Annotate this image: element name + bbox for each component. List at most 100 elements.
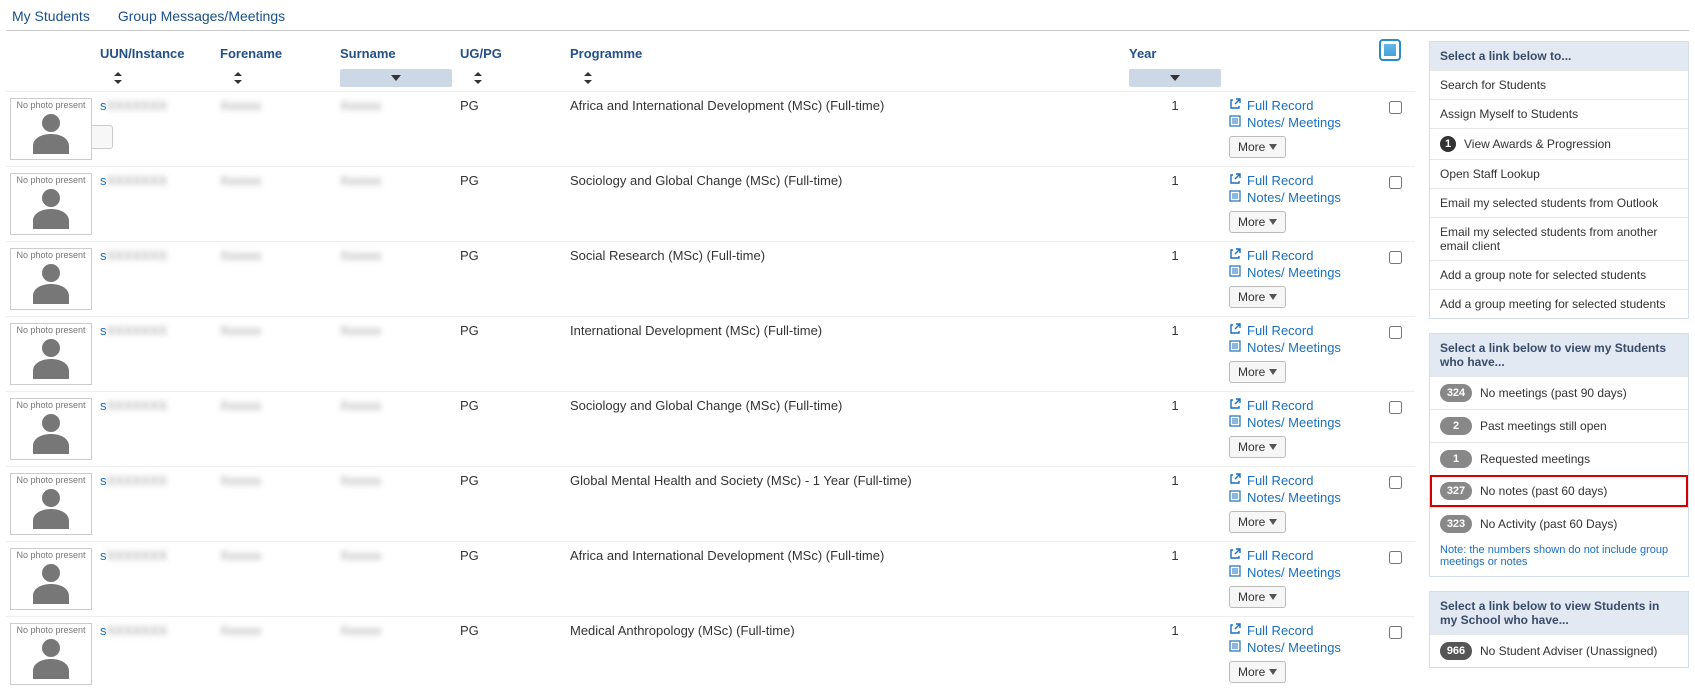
- uun-link[interactable]: sXXXXXXX: [100, 323, 167, 338]
- panel-action-item[interactable]: Assign Myself to Students: [1430, 99, 1688, 128]
- select-all-checkbox[interactable]: [1379, 39, 1401, 61]
- row-checkbox[interactable]: [1389, 251, 1402, 264]
- notes-icon: [1229, 415, 1241, 430]
- panel-action-item[interactable]: Email my selected students from Outlook: [1430, 188, 1688, 217]
- sort-programme[interactable]: [570, 69, 606, 87]
- notes-meetings-link[interactable]: Notes/ Meetings: [1247, 565, 1341, 580]
- panel-action-item[interactable]: Open Staff Lookup: [1430, 159, 1688, 188]
- panel-action-item[interactable]: 1View Awards & Progression: [1430, 128, 1688, 159]
- more-button[interactable]: More: [1229, 136, 1286, 158]
- year-cell: 1: [1125, 167, 1225, 242]
- row-checkbox[interactable]: [1389, 176, 1402, 189]
- notes-meetings-link[interactable]: Notes/ Meetings: [1247, 115, 1341, 130]
- sort-year-active[interactable]: [1129, 69, 1221, 87]
- top-tabs: My Students Group Messages/Meetings: [6, 0, 1689, 31]
- row-checkbox[interactable]: [1389, 476, 1402, 489]
- sort-uun[interactable]: [100, 69, 136, 87]
- count-badge: 327: [1440, 482, 1472, 500]
- full-record-link[interactable]: Full Record: [1247, 173, 1313, 188]
- ugpg-cell: PG: [456, 542, 566, 617]
- table-row: No photo presentsXXXXXXXXxxxxxXxxxxxPGSo…: [6, 167, 1415, 242]
- notes-meetings-link[interactable]: Notes/ Meetings: [1247, 640, 1341, 655]
- notes-meetings-link[interactable]: Notes/ Meetings: [1247, 265, 1341, 280]
- surname-cell: Xxxxxx: [340, 398, 381, 413]
- more-button[interactable]: More: [1229, 586, 1286, 608]
- forename-cell: Xxxxxx: [220, 323, 261, 338]
- row-checkbox[interactable]: [1389, 551, 1402, 564]
- panel-action-item[interactable]: Email my selected students from another …: [1430, 217, 1688, 260]
- th-programme[interactable]: Programme: [566, 31, 1125, 65]
- more-button[interactable]: More: [1229, 211, 1286, 233]
- panel-filter-item[interactable]: 2Past meetings still open: [1430, 409, 1688, 442]
- panel-school: Select a link below to view Students in …: [1429, 591, 1689, 668]
- notes-meetings-link[interactable]: Notes/ Meetings: [1247, 190, 1341, 205]
- th-surname[interactable]: Surname: [336, 31, 456, 65]
- panel-filter-item[interactable]: 324No meetings (past 90 days): [1430, 376, 1688, 409]
- panel-action-item[interactable]: Add a group meeting for selected student…: [1430, 289, 1688, 318]
- row-checkbox[interactable]: [1389, 326, 1402, 339]
- panel-filter-item[interactable]: 1Requested meetings: [1430, 442, 1688, 475]
- info-badge-icon: 1: [1440, 136, 1456, 152]
- forename-cell: Xxxxxx: [220, 173, 261, 188]
- ugpg-cell: PG: [456, 92, 566, 167]
- row-checkbox[interactable]: [1389, 101, 1402, 114]
- panel-school-item[interactable]: 966No Student Adviser (Unassigned): [1430, 634, 1688, 667]
- sort-forename[interactable]: [220, 69, 256, 87]
- sort-surname-active[interactable]: [340, 69, 452, 87]
- uun-link[interactable]: sXXXXXXX: [100, 623, 167, 638]
- full-record-link[interactable]: Full Record: [1247, 623, 1313, 638]
- more-button[interactable]: More: [1229, 286, 1286, 308]
- uun-link[interactable]: sXXXXXXX: [100, 173, 167, 188]
- student-photo: No photo present: [10, 248, 92, 310]
- more-button[interactable]: More: [1229, 436, 1286, 458]
- sort-ugpg[interactable]: [460, 69, 496, 87]
- students-table: UUN/Instance Forename Surname UG/PG Prog…: [6, 31, 1415, 691]
- full-record-link[interactable]: Full Record: [1247, 473, 1313, 488]
- panel-filter-item[interactable]: 323No Activity (past 60 Days): [1430, 507, 1688, 540]
- full-record-link[interactable]: Full Record: [1247, 98, 1313, 113]
- full-record-link[interactable]: Full Record: [1247, 323, 1313, 338]
- th-uun[interactable]: UUN/Instance: [96, 31, 216, 65]
- student-photo: No photo present: [10, 473, 92, 535]
- row-checkbox[interactable]: [1389, 401, 1402, 414]
- uun-link[interactable]: sXXXXXXX: [100, 548, 167, 563]
- tab-group-messages[interactable]: Group Messages/Meetings: [118, 8, 285, 24]
- row-checkbox[interactable]: [1389, 626, 1402, 639]
- external-link-icon: [1229, 98, 1241, 113]
- panel-filter-item[interactable]: 327No notes (past 60 days): [1430, 475, 1688, 507]
- forename-cell: Xxxxxx: [220, 248, 261, 263]
- uun-link[interactable]: sXXXXXXX: [100, 398, 167, 413]
- full-record-link[interactable]: Full Record: [1247, 248, 1313, 263]
- more-button[interactable]: More: [1229, 361, 1286, 383]
- external-link-icon: [1229, 173, 1241, 188]
- external-link-icon: [1229, 248, 1241, 263]
- ugpg-cell: PG: [456, 467, 566, 542]
- notes-meetings-link[interactable]: Notes/ Meetings: [1247, 490, 1341, 505]
- forename-cell: Xxxxxx: [220, 398, 261, 413]
- uun-link[interactable]: sXXXXXXX: [100, 473, 167, 488]
- full-record-link[interactable]: Full Record: [1247, 398, 1313, 413]
- th-forename[interactable]: Forename: [216, 31, 336, 65]
- th-ugpg[interactable]: UG/PG: [456, 31, 566, 65]
- uun-link[interactable]: sXXXXXXX: [100, 248, 167, 263]
- surname-cell: Xxxxxx: [340, 323, 381, 338]
- full-record-link[interactable]: Full Record: [1247, 548, 1313, 563]
- year-cell: 1: [1125, 242, 1225, 317]
- programme-cell: Global Mental Health and Society (MSc) -…: [566, 467, 1125, 542]
- uun-link[interactable]: sXXXXXXX: [100, 98, 167, 113]
- tab-my-students[interactable]: My Students: [12, 8, 90, 24]
- forename-cell: Xxxxxx: [220, 473, 261, 488]
- panel-actions-title: Select a link below to...: [1430, 42, 1688, 70]
- notes-meetings-link[interactable]: Notes/ Meetings: [1247, 415, 1341, 430]
- notes-icon: [1229, 190, 1241, 205]
- count-badge: 324: [1440, 384, 1472, 402]
- panel-filters: Select a link below to view my Students …: [1429, 333, 1689, 577]
- more-button[interactable]: More: [1229, 511, 1286, 533]
- th-year[interactable]: Year: [1125, 31, 1225, 65]
- notes-meetings-link[interactable]: Notes/ Meetings: [1247, 340, 1341, 355]
- year-cell: 1: [1125, 542, 1225, 617]
- more-button[interactable]: More: [1229, 661, 1286, 683]
- panel-action-item[interactable]: Search for Students: [1430, 70, 1688, 99]
- panel-action-item[interactable]: Add a group note for selected students: [1430, 260, 1688, 289]
- programme-cell: Africa and International Development (MS…: [566, 542, 1125, 617]
